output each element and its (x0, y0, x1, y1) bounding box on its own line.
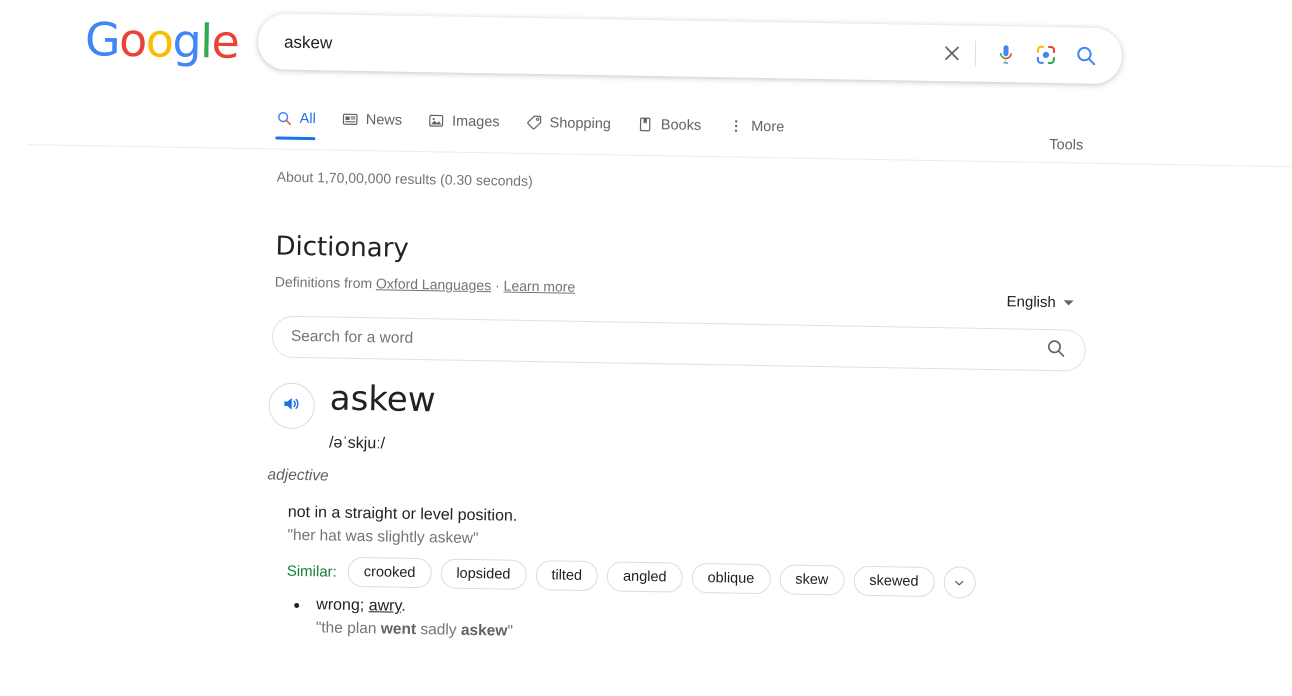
images-icon (428, 112, 445, 129)
part-of-speech: adjective (267, 466, 329, 485)
source-prefix: Definitions from (274, 273, 373, 292)
tab-all[interactable]: All (275, 110, 316, 141)
book-icon (637, 116, 654, 133)
definitions-list: not in a straight or level position. "he… (286, 502, 1048, 652)
google-logo[interactable]: Google (85, 12, 239, 69)
search-bar[interactable]: askew (257, 13, 1123, 85)
microphone-icon[interactable] (986, 34, 1027, 75)
dictionary-source: Definitions from Oxford Languages · Lear… (275, 274, 576, 295)
tab-label: News (365, 111, 403, 129)
shopping-tag-icon (525, 114, 542, 131)
page-skew-container: Google askew All News Images Shopping Bo… (0, 0, 1292, 696)
source-separator: · (494, 277, 500, 294)
definition-item: wrong; awry. "the plan went sadly askew" (286, 594, 1047, 652)
search-input[interactable]: askew (284, 32, 933, 61)
tab-books[interactable]: Books (637, 116, 702, 147)
news-icon (342, 111, 359, 128)
google-lens-icon[interactable] (1026, 35, 1067, 76)
search-tabs: All News Images Shopping Books More (275, 110, 784, 149)
word-search-box[interactable]: Search for a word (271, 315, 1087, 372)
similar-label: Similar: (286, 562, 337, 581)
tab-label: All (299, 110, 316, 127)
tab-label: Books (660, 116, 702, 134)
more-vertical-icon (727, 117, 744, 134)
learn-more-link[interactable]: Learn more (503, 278, 575, 295)
chevron-down-icon (1063, 300, 1074, 306)
result-stats: About 1,70,00,000 results (0.30 seconds) (276, 168, 533, 189)
tools-button[interactable]: Tools (1049, 137, 1083, 154)
synonym-chip[interactable]: oblique (691, 563, 771, 595)
tab-images[interactable]: Images (428, 112, 500, 143)
chevron-down-icon (955, 580, 964, 586)
headword: askew (329, 378, 436, 421)
search-icon[interactable] (1045, 336, 1067, 363)
similar-synonyms-row: Similar: crooked lopsided tilted angled … (287, 555, 1047, 600)
search-icon (276, 110, 293, 127)
oxford-languages-link[interactable]: Oxford Languages (376, 275, 491, 293)
synonym-chip[interactable]: crooked (347, 557, 432, 589)
tab-shopping[interactable]: Shopping (525, 114, 611, 145)
pronunciation-audio-button[interactable] (268, 382, 316, 430)
synonym-chip[interactable]: tilted (535, 560, 599, 592)
expand-synonyms-button[interactable] (943, 566, 976, 600)
synonym-chip[interactable]: angled (606, 561, 683, 593)
divider (974, 40, 977, 67)
synonym-chip[interactable]: lopsided (440, 558, 527, 591)
definition-text-after: . (401, 598, 406, 616)
language-selector[interactable]: English (1006, 293, 1074, 312)
language-label: English (1006, 293, 1056, 312)
dictionary-title: Dictionary (275, 231, 410, 264)
tab-news[interactable]: News (341, 111, 402, 142)
phonetic-transcription: /əˈskjuː/ (328, 434, 386, 453)
tab-label: More (751, 118, 785, 135)
synonym-chip[interactable]: skew (779, 564, 845, 596)
awry-link[interactable]: awry (369, 597, 402, 615)
tab-label: Images (451, 113, 500, 130)
synonym-chip[interactable]: skewed (853, 565, 935, 598)
clear-icon[interactable] (933, 34, 972, 73)
definition-text-before: wrong; (316, 596, 369, 615)
header-divider (27, 144, 1292, 168)
definition-item: not in a straight or level position. "he… (287, 502, 1048, 601)
word-search-input[interactable]: Search for a word (291, 328, 1045, 359)
speaker-icon (280, 392, 302, 419)
tab-more[interactable]: More (727, 117, 785, 148)
search-submit-icon[interactable] (1066, 35, 1107, 76)
tab-label: Shopping (549, 114, 612, 132)
